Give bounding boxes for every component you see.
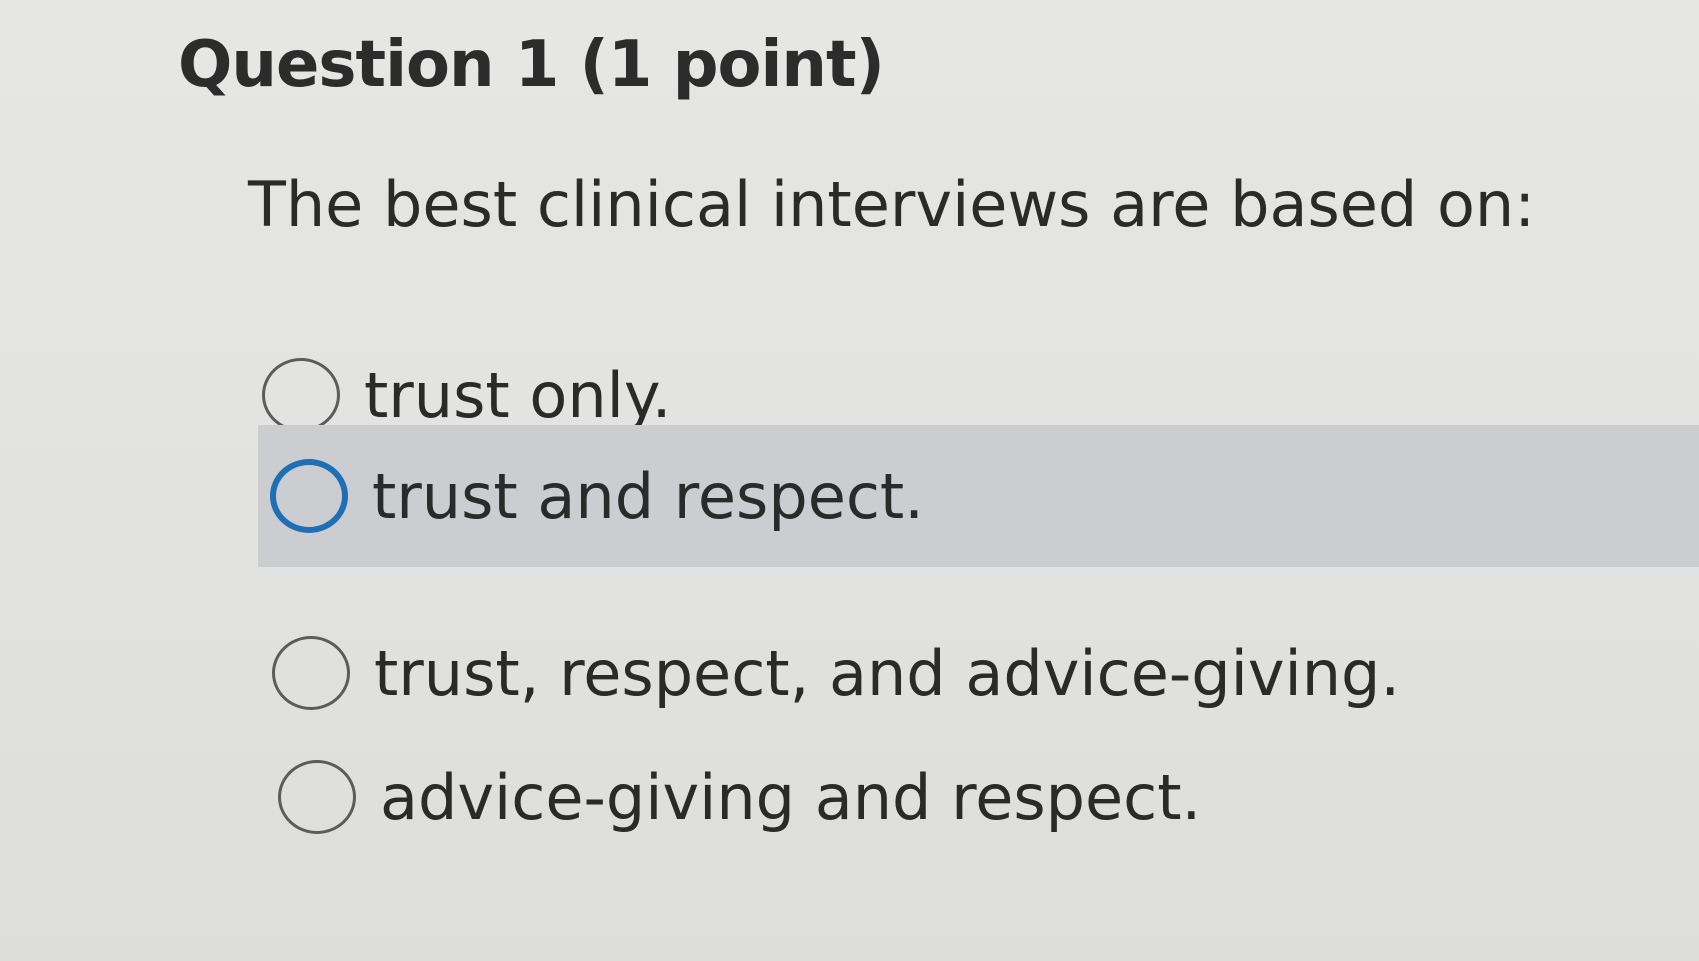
radio-button-icon[interactable] [262, 358, 340, 432]
answer-option-2[interactable]: trust and respect. [258, 425, 1699, 567]
answer-option-label: advice-giving and respect. [380, 760, 1202, 834]
question-title: Question 1 (1 point) [178, 28, 885, 102]
quiz-page: Question 1 (1 point) The best clinical i… [0, 0, 1699, 961]
answer-option-label: trust, respect, and advice-giving. [374, 636, 1401, 710]
answer-option-3[interactable]: trust, respect, and advice-giving. [272, 618, 1400, 728]
question-prompt: The best clinical interviews are based o… [248, 168, 1536, 241]
answer-option-label: trust only. [364, 358, 672, 432]
radio-button-icon[interactable] [278, 760, 356, 834]
radio-button-icon[interactable] [270, 459, 348, 533]
answer-option-4[interactable]: advice-giving and respect. [278, 742, 1201, 852]
answer-option-label: trust and respect. [372, 459, 924, 533]
radio-button-icon[interactable] [272, 636, 350, 710]
